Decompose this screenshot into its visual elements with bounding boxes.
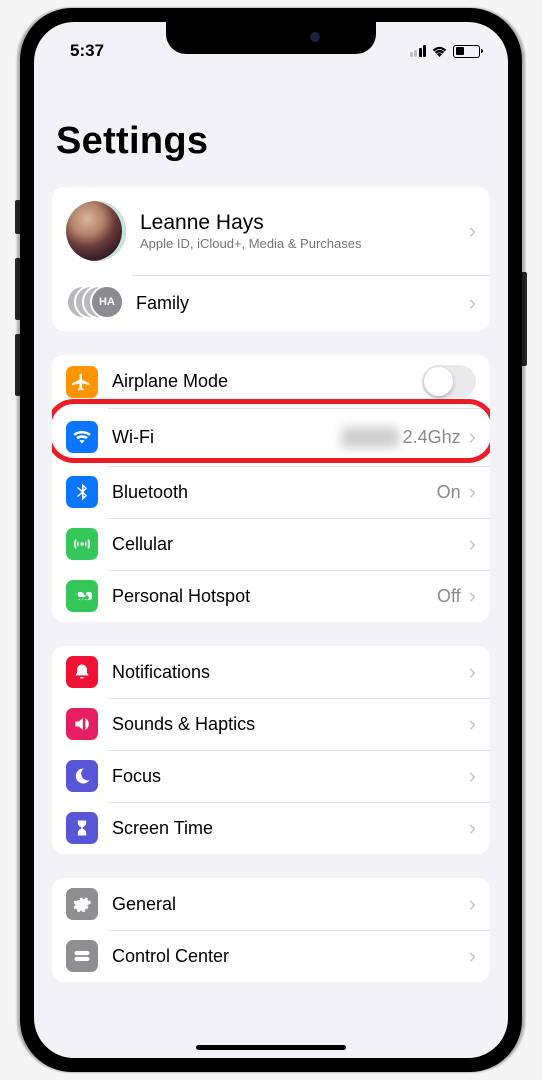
page-title: Settings [34,70,508,177]
cellular-icon [66,528,98,560]
chevron-icon: › [469,424,476,450]
account-subtitle: Apple ID, iCloud+, Media & Purchases [140,236,469,252]
chevron-icon: › [469,763,476,789]
airplane-toggle[interactable] [422,365,476,398]
chevron-icon: › [469,531,476,557]
cellular-signal-icon [410,45,427,57]
status-time: 5:37 [62,41,104,61]
account-group: Leanne Hays Apple ID, iCloud+, Media & P… [52,187,490,331]
focus-icon [66,760,98,792]
control-center-label: Control Center [112,946,469,967]
bluetooth-row[interactable]: Bluetooth On › [52,466,490,518]
chevron-icon: › [469,218,476,244]
general-row[interactable]: General › [52,878,490,930]
focus-label: Focus [112,766,469,787]
avatar [66,201,126,261]
chevron-icon: › [469,891,476,917]
chevron-icon: › [469,711,476,737]
family-label: Family [136,293,469,314]
airplane-label: Airplane Mode [112,371,422,392]
alerts-group: Notifications › Sounds & Haptics › [52,646,490,854]
airplane-mode-row[interactable]: Airplane Mode [52,355,490,408]
sounds-label: Sounds & Haptics [112,714,469,735]
sounds-row[interactable]: Sounds & Haptics › [52,698,490,750]
wifi-row[interactable]: Wi-Fi xx 2.4Ghz › [52,408,490,466]
battery-icon [453,45,480,58]
wifi-status-icon [431,45,448,58]
phone-frame: 5:37 Settings Leanne Hays [20,8,522,1072]
account-name: Leanne Hays [140,211,469,235]
chevron-icon: › [469,943,476,969]
bluetooth-label: Bluetooth [112,482,437,503]
chevron-icon: › [469,659,476,685]
screen-time-label: Screen Time [112,818,469,839]
notifications-row[interactable]: Notifications › [52,646,490,698]
hotspot-value: Off [437,586,461,607]
airplane-icon [66,366,98,398]
notch [166,22,376,54]
control-center-icon [66,940,98,972]
wifi-label: Wi-Fi [112,427,341,448]
chevron-icon: › [469,290,476,316]
cellular-label: Cellular [112,534,469,555]
bluetooth-value: On [437,482,461,503]
bluetooth-icon [66,476,98,508]
chevron-icon: › [469,479,476,505]
family-icon: HA [66,285,120,321]
screen-time-row[interactable]: Screen Time › [52,802,490,854]
home-indicator[interactable] [196,1045,346,1050]
screen-time-icon [66,812,98,844]
hotspot-label: Personal Hotspot [112,586,437,607]
hotspot-row[interactable]: Personal Hotspot Off › [52,570,490,622]
system-group: General › Control Center › [52,878,490,982]
notifications-label: Notifications [112,662,469,683]
cellular-row[interactable]: Cellular › [52,518,490,570]
wifi-icon [66,421,98,453]
control-center-row[interactable]: Control Center › [52,930,490,982]
general-label: General [112,894,469,915]
apple-id-row[interactable]: Leanne Hays Apple ID, iCloud+, Media & P… [52,187,490,275]
notifications-icon [66,656,98,688]
focus-row[interactable]: Focus › [52,750,490,802]
wifi-value-redacted: xx [341,427,399,448]
chevron-icon: › [469,583,476,609]
family-row[interactable]: HA Family › [52,275,490,331]
sounds-icon [66,708,98,740]
hotspot-icon [66,580,98,612]
screen: 5:37 Settings Leanne Hays [34,22,508,1058]
general-icon [66,888,98,920]
connectivity-group: Airplane Mode Wi-Fi xx 2.4Ghz › [52,355,490,622]
chevron-icon: › [469,815,476,841]
wifi-value: 2.4Ghz [403,427,461,448]
